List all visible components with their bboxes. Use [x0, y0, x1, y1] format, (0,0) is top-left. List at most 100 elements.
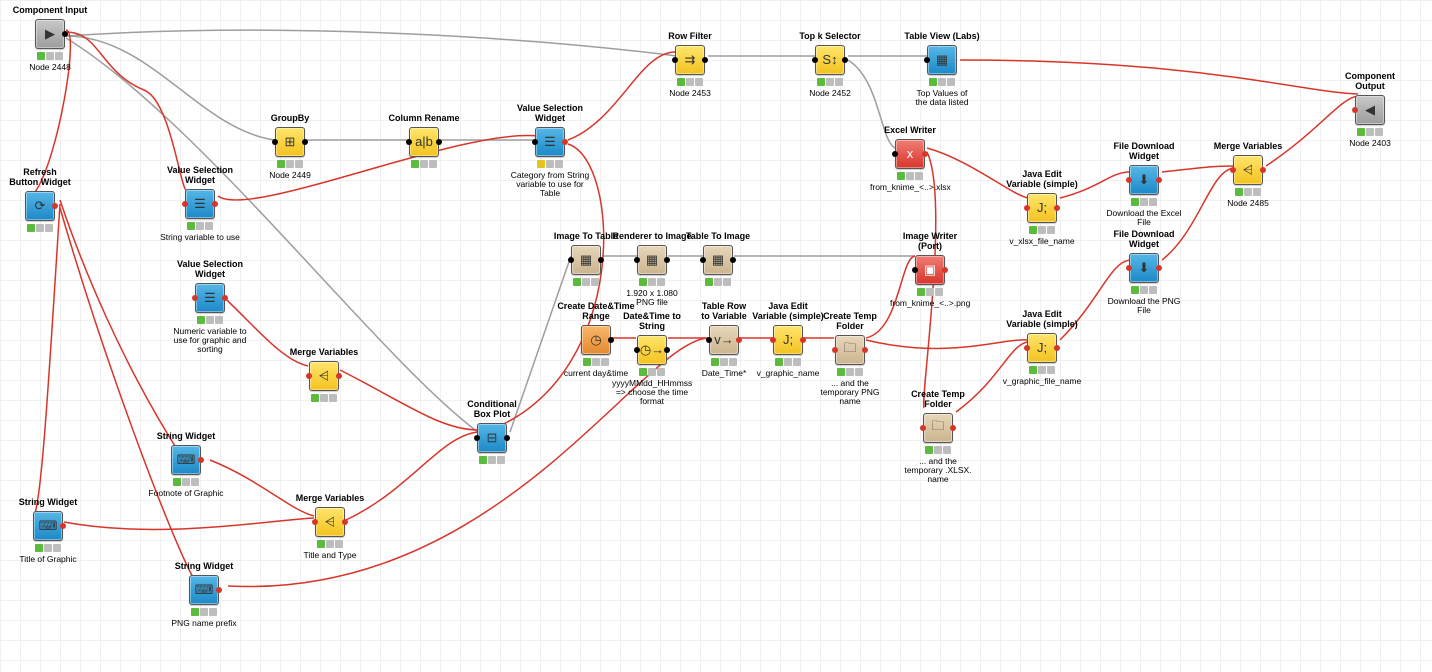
status-indicator — [277, 160, 303, 168]
merge-icon: ⩤ — [309, 361, 339, 391]
node-title: Create Temp Folder — [898, 390, 978, 410]
status-indicator — [897, 172, 923, 180]
node-subtitle: Footnote of Graphic — [146, 489, 226, 498]
node-subtitle: Node 2485 — [1208, 199, 1288, 208]
node-file-download-png[interactable]: File Download Widget ⬇ Download the PNG … — [1104, 230, 1184, 315]
status-indicator — [639, 278, 665, 286]
node-title: Java Edit Variable (simple) — [1002, 310, 1082, 330]
status-indicator — [317, 540, 343, 548]
variable-icon: v→ — [709, 325, 739, 355]
node-title: String Widget — [164, 562, 244, 572]
node-string-widget-title[interactable]: String Widget ⌨ Title of Graphic — [8, 498, 88, 564]
node-title: String Widget — [146, 432, 226, 442]
node-groupby[interactable]: GroupBy ⊞ Node 2449 — [250, 114, 330, 180]
node-title: Image Writer (Port) — [890, 232, 970, 252]
node-component-input[interactable]: Component Input ▶ Node 2448 — [10, 6, 90, 72]
java-icon: J; — [773, 325, 803, 355]
status-indicator — [917, 288, 943, 296]
node-subtitle: ... and the temporary .XLSX. name — [898, 457, 978, 485]
node-excel-writer[interactable]: Excel Writer x from_knime_<..>.xlsx — [870, 126, 950, 192]
node-subtitle: Title and Type — [290, 551, 370, 560]
widget-icon: ☰ — [535, 127, 565, 157]
node-component-output[interactable]: Component Output ◀ Node 2403 — [1330, 72, 1410, 148]
image-icon: ▦ — [703, 245, 733, 275]
node-title: Create Temp Folder — [810, 312, 890, 332]
status-indicator — [573, 278, 599, 286]
node-subtitle: Node 2452 — [790, 89, 870, 98]
node-java-edit-xlsx[interactable]: Java Edit Variable (simple) J; v_xlsx_fi… — [1002, 170, 1082, 246]
node-file-download-excel[interactable]: File Download Widget ⬇ Download the Exce… — [1104, 142, 1184, 227]
widget-icon: ⌨ — [171, 445, 201, 475]
node-title: Merge Variables — [290, 494, 370, 504]
widget-icon: ☰ — [185, 189, 215, 219]
node-title: Date&Time to String — [612, 312, 692, 332]
widget-icon: ☰ — [195, 283, 225, 313]
node-subtitle: PNG name prefix — [164, 619, 244, 628]
component-output-icon: ◀ — [1355, 95, 1385, 125]
status-indicator — [411, 160, 437, 168]
node-title: GroupBy — [250, 114, 330, 124]
node-subtitle: Node 2453 — [650, 89, 730, 98]
node-create-temp-folder-2[interactable]: Create Temp Folder 🗀 ... and the tempora… — [898, 390, 978, 485]
manipulation-icon: a|b — [409, 127, 439, 157]
node-create-temp-folder-1[interactable]: Create Temp Folder 🗀 ... and the tempora… — [810, 312, 890, 407]
node-title: Top k Selector — [790, 32, 870, 42]
node-conditional-box-plot[interactable]: Conditional Box Plot ⊟ — [452, 400, 532, 467]
node-table-view[interactable]: Table View (Labs) ▦ Top Values of the da… — [902, 32, 982, 108]
node-row-filter[interactable]: Row Filter ⇉ Node 2453 — [650, 32, 730, 98]
download-icon: ⬇ — [1129, 253, 1159, 283]
node-subtitle: from_knime_<..>.xlsx — [870, 183, 950, 192]
image-icon: ▦ — [571, 245, 601, 275]
status-indicator — [1029, 226, 1055, 234]
node-title: Column Rename — [384, 114, 464, 124]
node-merge-variables-right[interactable]: Merge Variables ⩤ Node 2485 — [1208, 142, 1288, 208]
node-refresh-button[interactable]: Refresh Button Widget ⟳ — [0, 168, 80, 235]
view-icon: ▦ — [927, 45, 957, 75]
download-icon: ⬇ — [1129, 165, 1159, 195]
node-subtitle: ... and the temporary PNG name — [810, 379, 890, 407]
status-indicator — [311, 394, 337, 402]
status-indicator — [583, 358, 609, 366]
node-column-rename[interactable]: Column Rename a|b — [384, 114, 464, 171]
status-indicator — [925, 446, 951, 454]
node-title: Java Edit Variable (simple) — [1002, 170, 1082, 190]
datetime-icon: ◷ — [581, 325, 611, 355]
node-value-selection-1[interactable]: Value Selection Widget ☰ String variable… — [160, 166, 240, 242]
node-subtitle: v_graphic_file_name — [1002, 377, 1082, 386]
writer-icon: ▣ — [915, 255, 945, 285]
plot-icon: ⊟ — [477, 423, 507, 453]
manipulation-icon: S↕ — [815, 45, 845, 75]
node-subtitle: v_xlsx_file_name — [1002, 237, 1082, 246]
node-title: Value Selection Widget — [510, 104, 590, 124]
node-subtitle: String variable to use — [160, 233, 240, 242]
status-indicator — [817, 78, 843, 86]
status-indicator — [173, 478, 199, 486]
node-subtitle: from_knime_<..>.png — [890, 299, 970, 308]
node-merge-variables-left[interactable]: Merge Variables ⩤ — [284, 348, 364, 405]
status-indicator — [35, 544, 61, 552]
node-title: Component Output — [1330, 72, 1410, 92]
status-indicator — [677, 78, 703, 86]
node-top-k[interactable]: Top k Selector S↕ Node 2452 — [790, 32, 870, 98]
node-datetime-to-string[interactable]: Date&Time to String ◷→ yyyyMMdd_HHmmss =… — [612, 312, 692, 407]
node-string-widget-footnote[interactable]: String Widget ⌨ Footnote of Graphic — [146, 432, 226, 498]
node-value-selection-2[interactable]: Value Selection Widget ☰ Numeric variabl… — [170, 260, 250, 355]
node-title: Excel Writer — [870, 126, 950, 136]
status-indicator — [1131, 198, 1157, 206]
merge-icon: ⩤ — [1233, 155, 1263, 185]
node-title: Merge Variables — [1208, 142, 1288, 152]
node-value-selection-main[interactable]: Value Selection Widget ☰ Category from S… — [510, 104, 590, 199]
node-java-edit-png[interactable]: Java Edit Variable (simple) J; v_graphic… — [1002, 310, 1082, 386]
status-indicator — [639, 368, 665, 376]
node-subtitle: Category from String variable to use for… — [510, 171, 590, 199]
status-indicator — [37, 52, 63, 60]
manipulation-icon: ◷→ — [637, 335, 667, 365]
node-image-writer[interactable]: Image Writer (Port) ▣ from_knime_<..>.pn… — [890, 232, 970, 308]
node-table-to-image[interactable]: Table To Image ▦ — [678, 232, 758, 289]
node-title: File Download Widget — [1104, 142, 1184, 162]
writer-icon: x — [895, 139, 925, 169]
image-icon: ▦ — [637, 245, 667, 275]
workflow-canvas[interactable]: Component Input ▶ Node 2448 Refresh Butt… — [0, 0, 1432, 672]
node-merge-variables-title-type[interactable]: Merge Variables ⩤ Title and Type — [290, 494, 370, 560]
node-string-widget-png-prefix[interactable]: String Widget ⌨ PNG name prefix — [164, 562, 244, 628]
